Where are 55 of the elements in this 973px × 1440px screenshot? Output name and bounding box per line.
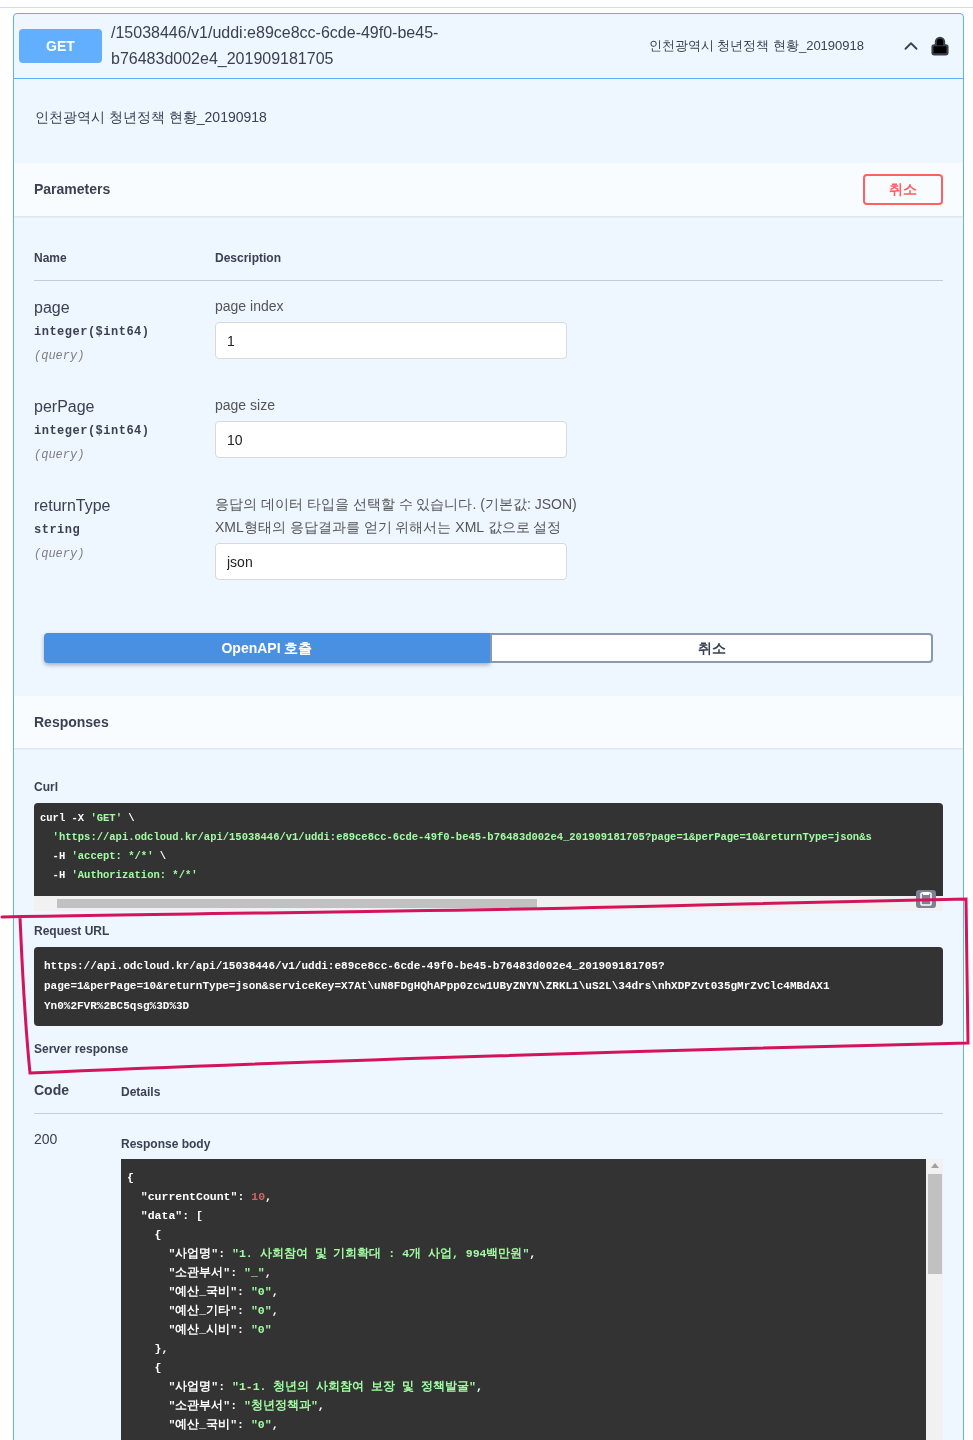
code-line: "소관부서": "청년정책과",	[167, 1398, 326, 1414]
parameter-name: page	[34, 298, 71, 318]
column-header: Description	[215, 250, 281, 267]
code-line: {	[153, 1360, 163, 1376]
code-line: "data": [	[139, 1208, 204, 1224]
clear-button[interactable]: 취소	[490, 633, 933, 663]
code-line: "예산_기타": "0",	[167, 1303, 280, 1319]
authorize-button[interactable]	[930, 36, 950, 56]
code-line: },	[153, 1341, 170, 1357]
code-line: {	[153, 1227, 163, 1243]
parameter-description: page size	[215, 396, 276, 415]
parameter-location: (query)	[34, 447, 86, 464]
parameter-description: page index	[215, 297, 285, 316]
parameter-location: (query)	[34, 348, 86, 365]
code-line: "사업명": "1. 사회참여 및 기회확대 : 4개 사업, 994백만원",	[167, 1246, 538, 1262]
operation-summary: 인천광역시 청년정책 현황_20190918	[648, 37, 864, 56]
parameter-location: (query)	[34, 546, 86, 563]
parameter-name: returnType	[34, 496, 112, 516]
parameter-type: integer($int64)	[34, 324, 151, 340]
input-field[interactable]: 1	[215, 322, 567, 359]
code-line: "예산_시비": "0"	[167, 1322, 273, 1338]
status-code: 200	[34, 1130, 59, 1149]
input-field[interactable]: json	[215, 543, 567, 580]
section-title: Responses	[34, 712, 109, 732]
code-line: -H 'accept: */*' \	[51, 849, 168, 864]
column-header: Name	[34, 250, 68, 267]
code-line: "예산_국비": "0",	[167, 1284, 280, 1300]
code-line: curl -X 'GET' \	[40, 811, 136, 826]
column-header: Code	[34, 1081, 70, 1100]
parameter-description: 응답의 데이터 타입을 선택할 수 있습니다. (기본값: JSON)	[215, 495, 577, 514]
code-line: 'https://api.odcloud.kr/api/15038446/v1/uddi:e89ce8cc-6cde-49f0-be45-b76483d002e4_201909181705?page=1&perPage=10&returnType=json&s	[51, 830, 873, 845]
vertical-scrollbar[interactable]	[926, 1159, 943, 1440]
parameter-name: perPage	[34, 397, 96, 417]
column-header: Details	[121, 1084, 161, 1101]
code-line: "사업명": "1-1. 청년의 사회참여 보장 및 정책발굴",	[167, 1379, 484, 1395]
lock-icon	[930, 36, 950, 56]
request-url-block: https://api.odcloud.kr/api/15038446/v1/uddi:e89ce8cc-6cde-49f0-be45-b76483d002e4_201909181705? page=1&perPage=10&returnType=json&serviceKey=X7At\uN8FDgHQhAPpp0zcw1UByZNYN\ZRKL1\uS2L\34drs\nhXDPZvt035gMrZvClc4MBdAX1 Yn0%2FVR%2BC5qsg%3D%3D	[34, 947, 943, 1026]
server-response-label: Server response	[34, 1041, 130, 1058]
scroll-up-icon	[930, 1162, 939, 1168]
endpoint-path: /15038446/v1/uddi:e89ce8cc-6cde-49f0-be45- b76483d002e4_201909181705	[111, 23, 439, 69]
section-title: Parameters	[34, 180, 111, 199]
response-body-label: Response body	[121, 1136, 212, 1153]
code-line: "예산_국비": "0",	[167, 1417, 280, 1433]
curl-label: Curl	[34, 779, 59, 796]
code-line: "currentCount": 10,	[139, 1189, 273, 1205]
operation-description: 인천광역시 청년정책 현황_20190918	[35, 107, 267, 127]
request-url-label: Request URL	[34, 923, 111, 940]
parameter-type: integer($int64)	[34, 423, 151, 439]
method-badge: GET	[19, 29, 102, 63]
parameter-type: string	[34, 522, 82, 538]
code-line: -H 'Authorization: */*'	[51, 868, 199, 883]
input-field[interactable]: 10	[215, 421, 567, 458]
code-line: {	[127, 1170, 135, 1186]
parameter-description: XML형태의 응답결과를 얻기 위해서는 XML 값으로 설정	[215, 518, 563, 537]
code-line: "소관부서": "_",	[167, 1265, 273, 1281]
